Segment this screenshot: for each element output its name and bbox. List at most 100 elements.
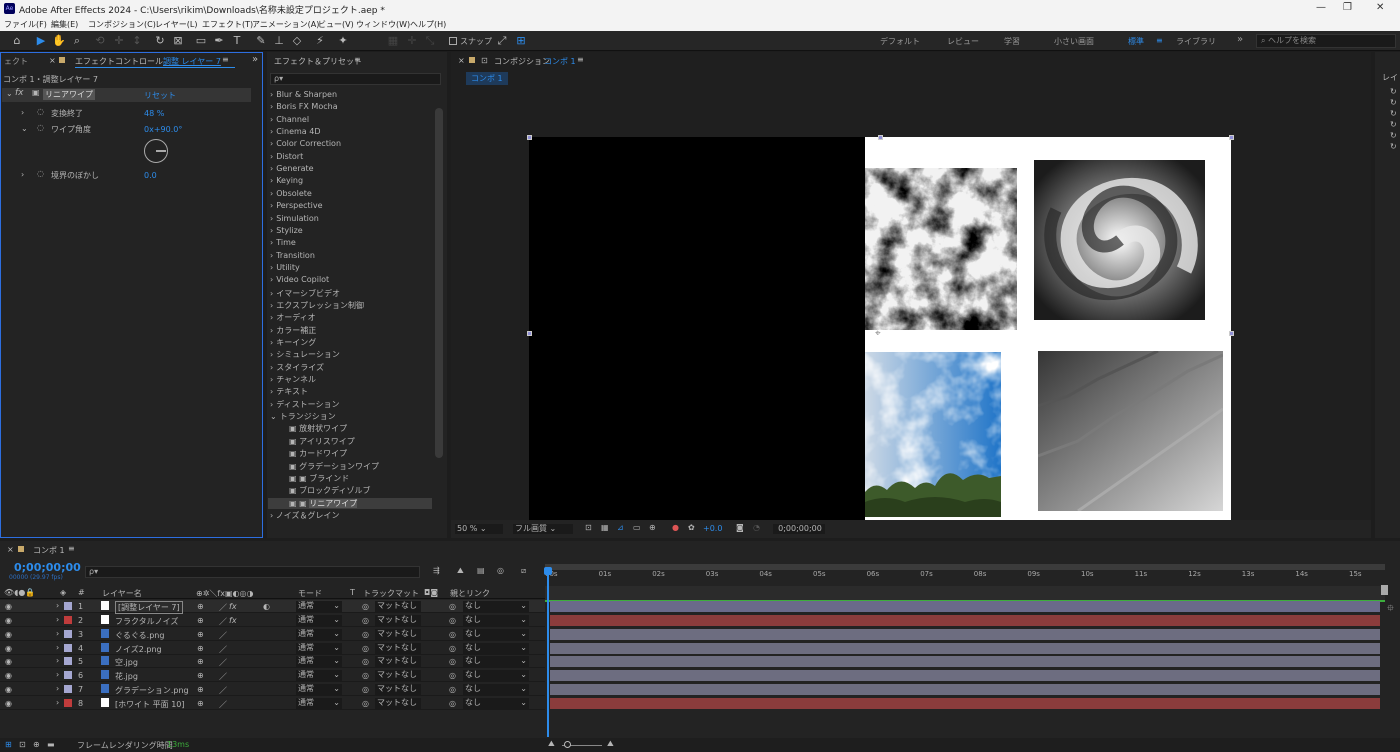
- layer-row[interactable]: ◉ › 4 ノイズ2.png ⊕ ／ 通常 ⌄ ◎ マットなし ◎ なし ⌄: [0, 642, 545, 655]
- effect-category[interactable]: › Simulation: [270, 214, 319, 223]
- parent-dropdown[interactable]: なし ⌄: [463, 656, 529, 668]
- stopwatch-icon[interactable]: ◌: [37, 123, 44, 132]
- layer-label-color[interactable]: [64, 602, 72, 610]
- collapse-arrow-icon[interactable]: ›: [270, 164, 273, 173]
- fx-switch-icon[interactable]: fx: [229, 602, 237, 611]
- matte-link-icon[interactable]: ◎: [362, 685, 369, 694]
- panel-close-icon[interactable]: ×: [49, 56, 56, 65]
- quality-switch-icon[interactable]: ／: [219, 699, 227, 710]
- workspace-review[interactable]: レビュー: [947, 36, 979, 47]
- panel-menu-icon[interactable]: ≡: [577, 55, 584, 64]
- effect-category[interactable]: › シミュレーション: [270, 349, 340, 360]
- mask-visibility-icon[interactable]: ⊿: [617, 523, 624, 532]
- layer-duration-bar[interactable]: [550, 684, 1380, 696]
- composition-mini-flowchart-icon[interactable]: ⇶: [433, 566, 440, 575]
- layer-row[interactable]: ◉ › 1 [調整レイヤー 7] ⊕ ／ fx ◐ 通常 ⌄ ◎ マットなし ◎ なし ⌄: [0, 600, 545, 614]
- shy-switch-icon[interactable]: ⊕: [197, 644, 204, 653]
- graph-editor-icon[interactable]: ⧄: [521, 566, 526, 576]
- prop-wipe-angle-value[interactable]: 0x+90.0°: [144, 125, 182, 134]
- collapse-arrow-icon[interactable]: ›: [270, 201, 273, 210]
- comp-button-icon[interactable]: ⯐: [1387, 601, 1394, 617]
- snap-to-edges-icon[interactable]: ⊞: [514, 34, 528, 48]
- collapse-arrow-icon[interactable]: ›: [270, 350, 273, 359]
- effect-item[interactable]: ▣ グラデーションワイプ: [289, 461, 379, 472]
- collapse-arrow-icon[interactable]: ›: [270, 189, 273, 198]
- parent-pickwhip-icon[interactable]: ◎: [449, 602, 456, 611]
- effect-category[interactable]: › Transition: [270, 251, 315, 260]
- transform-handle[interactable]: [527, 331, 532, 336]
- track-matte-dropdown[interactable]: マットなし: [375, 614, 421, 626]
- workspace-small-screen[interactable]: 小さい画面: [1054, 36, 1094, 47]
- shy-switch-icon[interactable]: ⊕: [197, 630, 204, 639]
- eye-icon[interactable]: ◉: [5, 699, 12, 708]
- time-navigator-end[interactable]: [1381, 585, 1388, 595]
- layer-switches-toggle-icon[interactable]: ⊞: [5, 740, 12, 749]
- mode-dropdown[interactable]: 通常 ⌄: [296, 670, 342, 682]
- effect-category[interactable]: › チャンネル: [270, 374, 316, 385]
- menu-effect[interactable]: エフェクト(T): [202, 19, 253, 30]
- effects-search-input[interactable]: ρ▾: [270, 73, 441, 85]
- effect-category[interactable]: › Keying: [270, 176, 303, 185]
- quality-switch-icon[interactable]: ／: [219, 602, 227, 613]
- effect-category[interactable]: › Perspective: [270, 201, 323, 210]
- layer-row[interactable]: ◉ › 8 [ホワイト 平面 10] ⊕ ／ 通常 ⌄ ◎ マットなし ◎ なし ⌄: [0, 697, 545, 710]
- matte-link-icon[interactable]: ◎: [362, 616, 369, 625]
- menu-animation[interactable]: アニメーション(A): [252, 19, 319, 30]
- collapse-arrow-icon[interactable]: ›: [270, 90, 273, 99]
- eraser-tool-icon[interactable]: ◇: [290, 34, 304, 48]
- type-tool-icon[interactable]: T: [230, 34, 244, 48]
- effect-category[interactable]: › エクスプレッション制御: [270, 300, 364, 311]
- layer-duration-bar[interactable]: [550, 628, 1380, 640]
- effect-category[interactable]: › Video Copilot: [270, 275, 329, 284]
- transform-handle[interactable]: [527, 135, 532, 140]
- effect-category[interactable]: › Color Correction: [270, 139, 341, 148]
- effect-item[interactable]: ▣ ▣ リニアワイプ: [268, 497, 432, 509]
- draft-3d-icon[interactable]: ⛰: [457, 566, 464, 576]
- selection-tool-icon[interactable]: ▶: [34, 34, 48, 48]
- menu-file[interactable]: ファイル(F): [4, 19, 47, 30]
- prop-expand-arrow-icon[interactable]: ›: [21, 108, 24, 117]
- mode-dropdown[interactable]: 通常 ⌄: [296, 601, 342, 612]
- layer-label-color[interactable]: [64, 615, 72, 624]
- frame-blending-icon[interactable]: ◎: [497, 566, 504, 575]
- effect-row-linear-wipe[interactable]: ⌄ fx ▣ リニアワイプ リセット: [2, 88, 251, 102]
- workspace-libraries[interactable]: ライブラリ: [1176, 36, 1216, 47]
- view-axis-icon[interactable]: ⤡: [423, 34, 437, 48]
- tab-comp-1[interactable]: コンポ 1: [466, 72, 508, 85]
- zoom-dropdown[interactable]: 50 % ⌄: [455, 524, 503, 534]
- track-matte-dropdown[interactable]: マットなし: [375, 642, 421, 654]
- layer-row[interactable]: ◉ › 5 空.jpg ⊕ ／ 通常 ⌄ ◎ マットなし ◎ なし ⌄: [0, 655, 545, 669]
- layer-label-color[interactable]: [64, 629, 72, 638]
- parent-dropdown[interactable]: なし ⌄: [463, 684, 529, 696]
- effect-category[interactable]: › Obsolete: [270, 189, 312, 198]
- snapshot-camera-icon[interactable]: ◙: [736, 523, 744, 532]
- effect-category[interactable]: › イマーシブビデオ: [270, 288, 340, 299]
- shy-layers-icon[interactable]: ▤: [477, 566, 485, 575]
- collapse-arrow-icon[interactable]: ›: [270, 214, 273, 223]
- workspace-default[interactable]: デフォルト: [880, 36, 920, 47]
- effects-scrollbar[interactable]: [435, 108, 443, 458]
- shy-switch-icon[interactable]: ⊕: [197, 685, 204, 694]
- color-management-icon[interactable]: ✿: [688, 523, 695, 532]
- matte-link-icon[interactable]: ◎: [362, 699, 369, 708]
- column-layer-name[interactable]: レイヤー名: [102, 588, 142, 599]
- expand-arrow-icon[interactable]: ›: [56, 629, 59, 638]
- effect-category[interactable]: › Boris FX Mocha: [270, 102, 338, 111]
- expand-arrow-icon[interactable]: ›: [56, 643, 59, 652]
- collapse-arrow-icon[interactable]: ›: [270, 102, 273, 111]
- matte-link-icon[interactable]: ◎: [362, 644, 369, 653]
- matte-link-icon[interactable]: ◎: [362, 657, 369, 666]
- collapse-arrow-icon[interactable]: ›: [270, 176, 273, 185]
- effect-reset-link[interactable]: リセット: [144, 90, 176, 101]
- panel-menu-icon[interactable]: ≡: [68, 544, 75, 553]
- stopwatch-icon[interactable]: ◌: [37, 169, 44, 178]
- expand-arrow-icon[interactable]: ›: [56, 684, 59, 693]
- hand-tool-icon[interactable]: ✋: [52, 34, 66, 48]
- show-snapshot-icon[interactable]: ◔: [753, 523, 760, 532]
- collapse-arrow-icon[interactable]: ›: [270, 363, 273, 372]
- roto-brush-tool-icon[interactable]: ⚡: [313, 34, 327, 48]
- transform-handle[interactable]: [878, 135, 883, 140]
- effect-item[interactable]: ▣ カードワイプ: [289, 448, 347, 459]
- layer-name[interactable]: グラデーション.png: [115, 685, 189, 696]
- prop-transition-completion-value[interactable]: 48 %: [144, 109, 164, 118]
